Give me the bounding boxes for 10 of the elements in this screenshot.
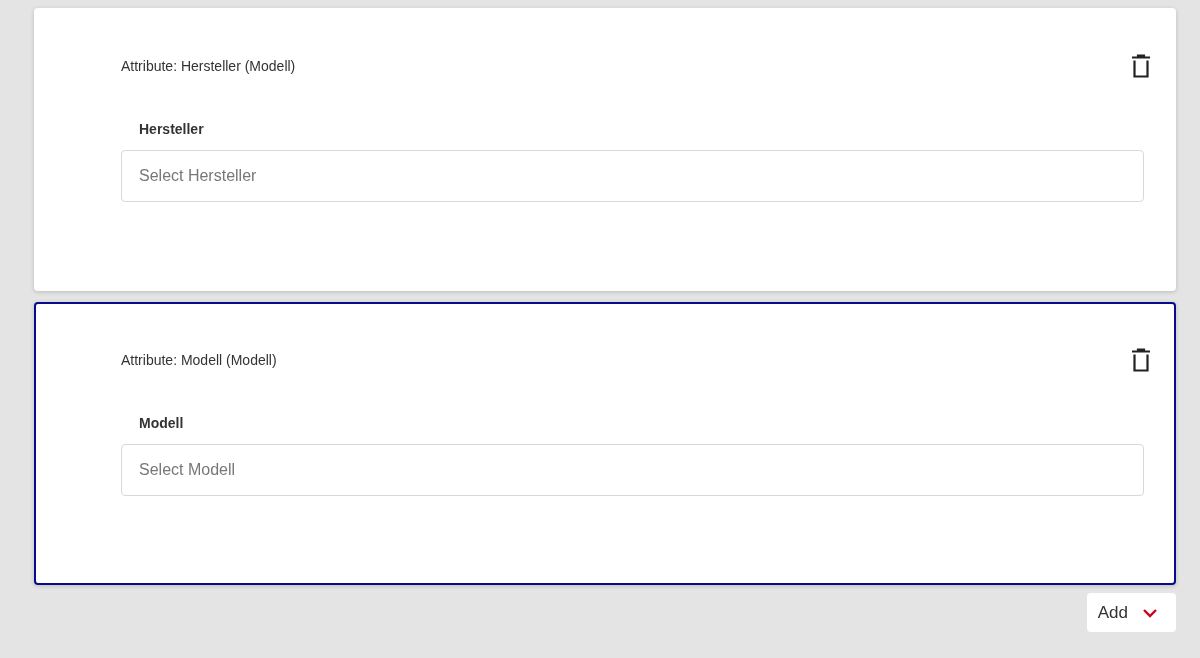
select-field[interactable]: Select Hersteller — [121, 150, 1144, 202]
field-label: Hersteller — [139, 120, 205, 138]
trash-icon[interactable] — [1130, 53, 1152, 79]
add-button[interactable]: Add — [1086, 593, 1176, 632]
attribute-title: Attribute: Modell (Modell) — [121, 352, 277, 368]
trash-icon[interactable] — [1130, 347, 1152, 373]
attribute-title: Attribute: Hersteller (Modell) — [121, 58, 296, 74]
field-label: Modell — [139, 414, 185, 432]
select-field[interactable]: Select Modell — [121, 444, 1144, 496]
caret-icon — [1142, 607, 1158, 618]
